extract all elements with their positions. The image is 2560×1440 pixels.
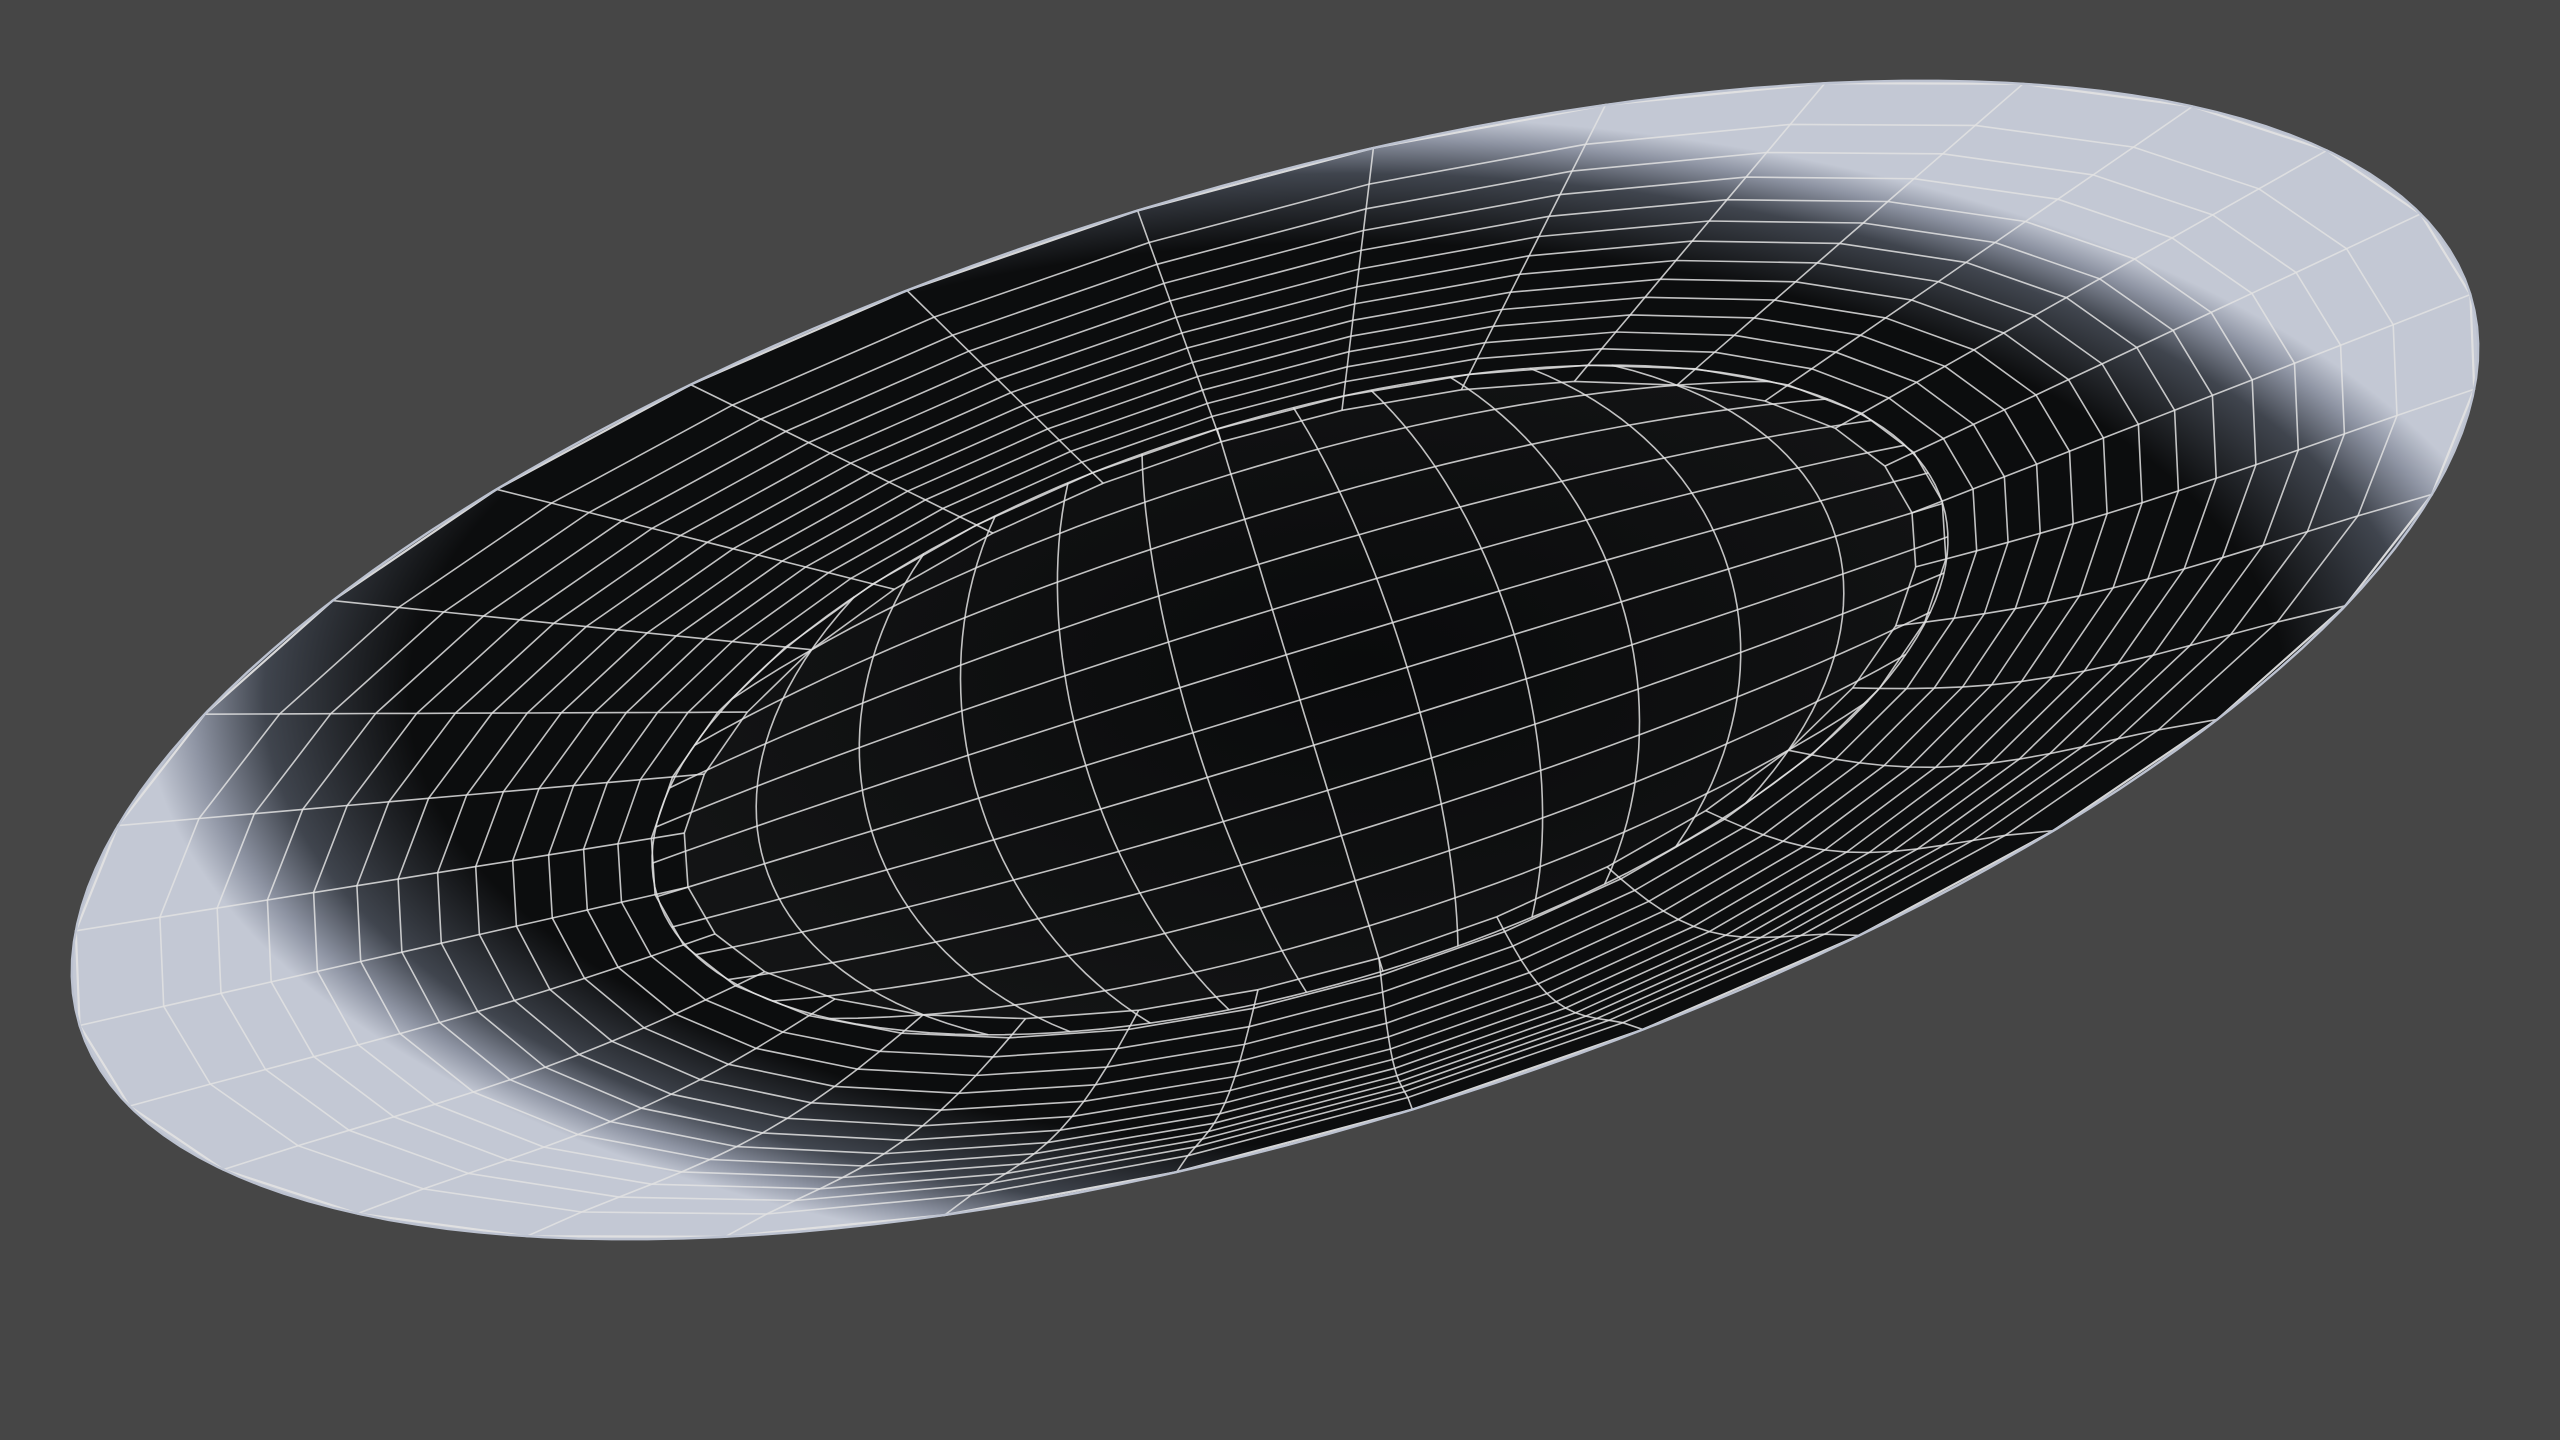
- mesh-render: [70, 79, 2480, 1241]
- dish-mesh[interactable]: [70, 79, 2480, 1241]
- 3d-viewport[interactable]: [0, 0, 2560, 1440]
